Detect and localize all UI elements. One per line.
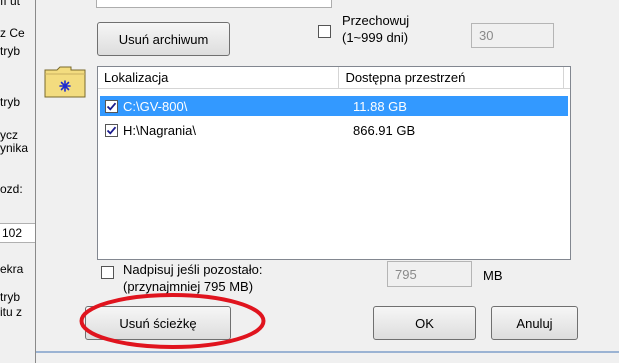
location-row[interactable]: H:\Nagrania\ 866.91 GB — [100, 120, 568, 140]
clipped-text: ynika — [0, 141, 29, 155]
remove-archive-button[interactable]: Usuń archiwum — [97, 22, 230, 56]
clipped-text: ekra — [0, 262, 24, 276]
retention-days-field[interactable]: 30 — [471, 23, 554, 48]
remove-path-button[interactable]: Usuń ścieżkę — [85, 306, 231, 340]
panel-divider — [35, 0, 36, 363]
overwrite-label-line2: (przynajmniej 795 MB) — [123, 279, 254, 294]
column-header-filler — [564, 67, 570, 89]
clipped-text: tryb — [0, 95, 21, 109]
retention-checkbox[interactable] — [318, 25, 331, 38]
check-icon — [106, 126, 117, 135]
overwrite-checkbox[interactable] — [101, 266, 114, 279]
location-row-checkbox[interactable] — [105, 123, 118, 137]
location-space: 866.91 GB — [353, 122, 416, 138]
retention-label: Przechowuj (1~999 dni) — [342, 12, 409, 46]
folder-icon — [44, 66, 86, 98]
cancel-button[interactable]: Anuluj — [491, 306, 578, 340]
clipped-text: z Ce — [0, 26, 25, 40]
ok-button[interactable]: OK — [373, 306, 476, 340]
storage-location-list[interactable]: Lokalizacja Dostępna przestrzeń C:\GV-80… — [97, 66, 571, 260]
clipped-text: tryb — [0, 290, 21, 304]
overwrite-threshold-field[interactable]: 795 — [387, 261, 472, 287]
clipped-input[interactable] — [96, 0, 332, 8]
clipped-text: ycz — [0, 128, 18, 142]
adjacent-panel-strip: ıı ut z Ce tryb tryb ycz ynika ozd: 102 … — [0, 0, 36, 363]
retention-label-line2: (1~999 dni) — [342, 30, 409, 45]
window-bottom-edge — [36, 351, 619, 353]
location-space: 11.88 GB — [353, 98, 407, 114]
clipped-field[interactable]: 102 — [0, 223, 36, 243]
column-header-location[interactable]: Lokalizacja — [98, 67, 340, 89]
column-header-space[interactable]: Dostępna przestrzeń — [339, 67, 564, 89]
cancel-label: Anuluj — [516, 315, 553, 331]
retention-days-value: 30 — [479, 28, 494, 43]
clipped-text: ozd: — [0, 182, 23, 196]
check-icon — [106, 102, 117, 111]
location-row[interactable]: C:\GV-800\ 11.88 GB — [100, 96, 568, 116]
overwrite-label-line1: Nadpisuj jeśli pozostało: — [123, 262, 263, 277]
location-row-checkbox[interactable] — [105, 99, 118, 113]
remove-path-label: Usuń ścieżkę — [119, 315, 197, 331]
overwrite-label: Nadpisuj jeśli pozostało: (przynajmniej … — [123, 261, 262, 295]
location-path: H:\Nagrania\ — [123, 122, 196, 138]
clipped-text: ıı ut — [0, 0, 21, 8]
clipped-text: tryb — [0, 44, 21, 58]
ok-label: OK — [415, 315, 434, 331]
retention-label-line1: Przechowuj — [342, 13, 410, 28]
list-header: Lokalizacja Dostępna przestrzeń — [98, 67, 570, 89]
overwrite-threshold-value: 795 — [395, 266, 417, 282]
remove-archive-label: Usuń archiwum — [118, 31, 209, 47]
overwrite-unit-label: MB — [483, 268, 503, 283]
location-path: C:\GV-800\ — [123, 98, 188, 114]
clipped-text: itu z — [0, 305, 23, 319]
